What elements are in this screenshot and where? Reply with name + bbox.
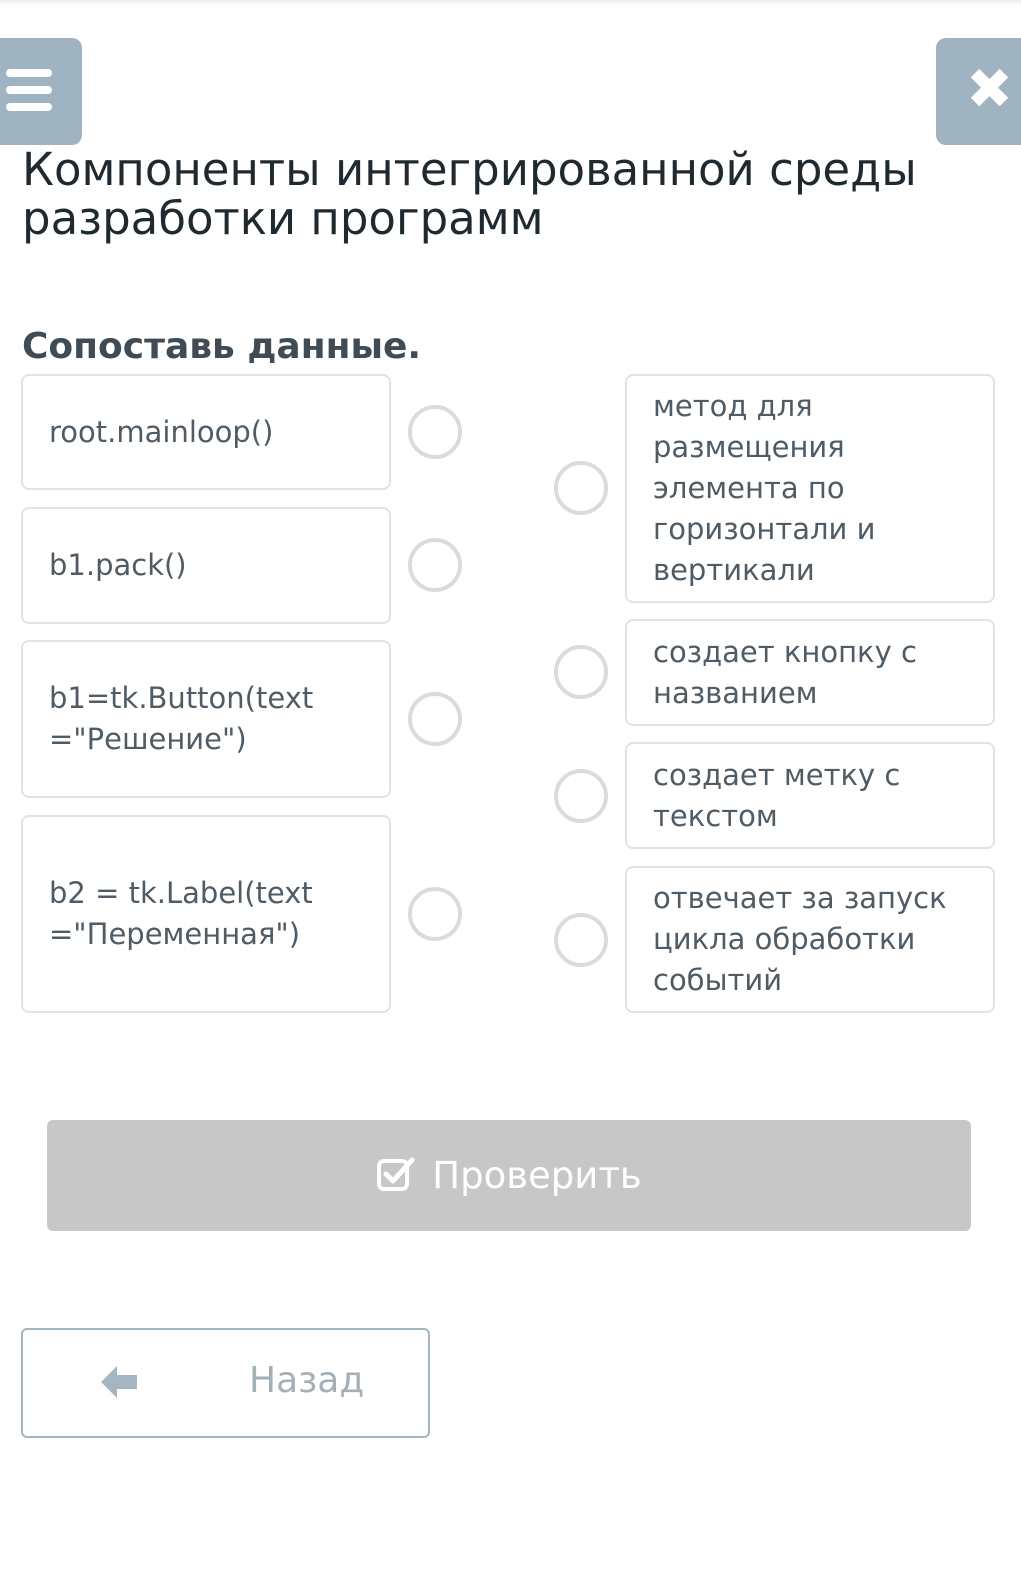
check-button-label: Проверить [432,1154,642,1197]
right-item-button[interactable]: создает кнопку с названием [625,619,995,726]
check-button[interactable]: Проверить [47,1120,971,1231]
left-connector-radio[interactable] [408,692,462,746]
right-item-label[interactable]: создает метку с текстом [625,742,995,849]
close-x-icon: ✖ [966,57,1013,122]
menu-button[interactable] [0,38,82,145]
checkbox-check-icon [376,1156,416,1196]
task-instruction: Сопоставь данные. [22,326,422,367]
arrow-left-icon [99,1360,139,1408]
left-item-label[interactable]: b2 = tk.Label(text="Переменная") [21,815,391,1013]
left-item-mainloop[interactable]: root.mainloop() [21,374,391,490]
right-connector-radio[interactable] [554,913,608,967]
back-button[interactable]: Назад [21,1328,430,1438]
right-connector-radio[interactable] [554,461,608,515]
left-item-button[interactable]: b1=tk.Button(text="Решение") [21,640,391,798]
page-title: Компоненты интегрированной среды разрабо… [22,143,917,245]
back-button-label: Назад [249,1360,365,1401]
right-item-mainloop[interactable]: отвечает за запуск цикла обработки событ… [625,866,995,1013]
left-connector-radio[interactable] [408,887,462,941]
right-connector-radio[interactable] [554,769,608,823]
left-item-pack[interactable]: b1.pack() [21,507,391,624]
top-edge [0,0,1021,6]
left-connector-radio[interactable] [408,405,462,459]
close-button[interactable]: ✖ [936,38,1021,145]
right-connector-radio[interactable] [554,645,608,699]
right-item-placement[interactable]: метод для размещения элемента по горизон… [625,374,995,603]
left-connector-radio[interactable] [408,538,462,592]
